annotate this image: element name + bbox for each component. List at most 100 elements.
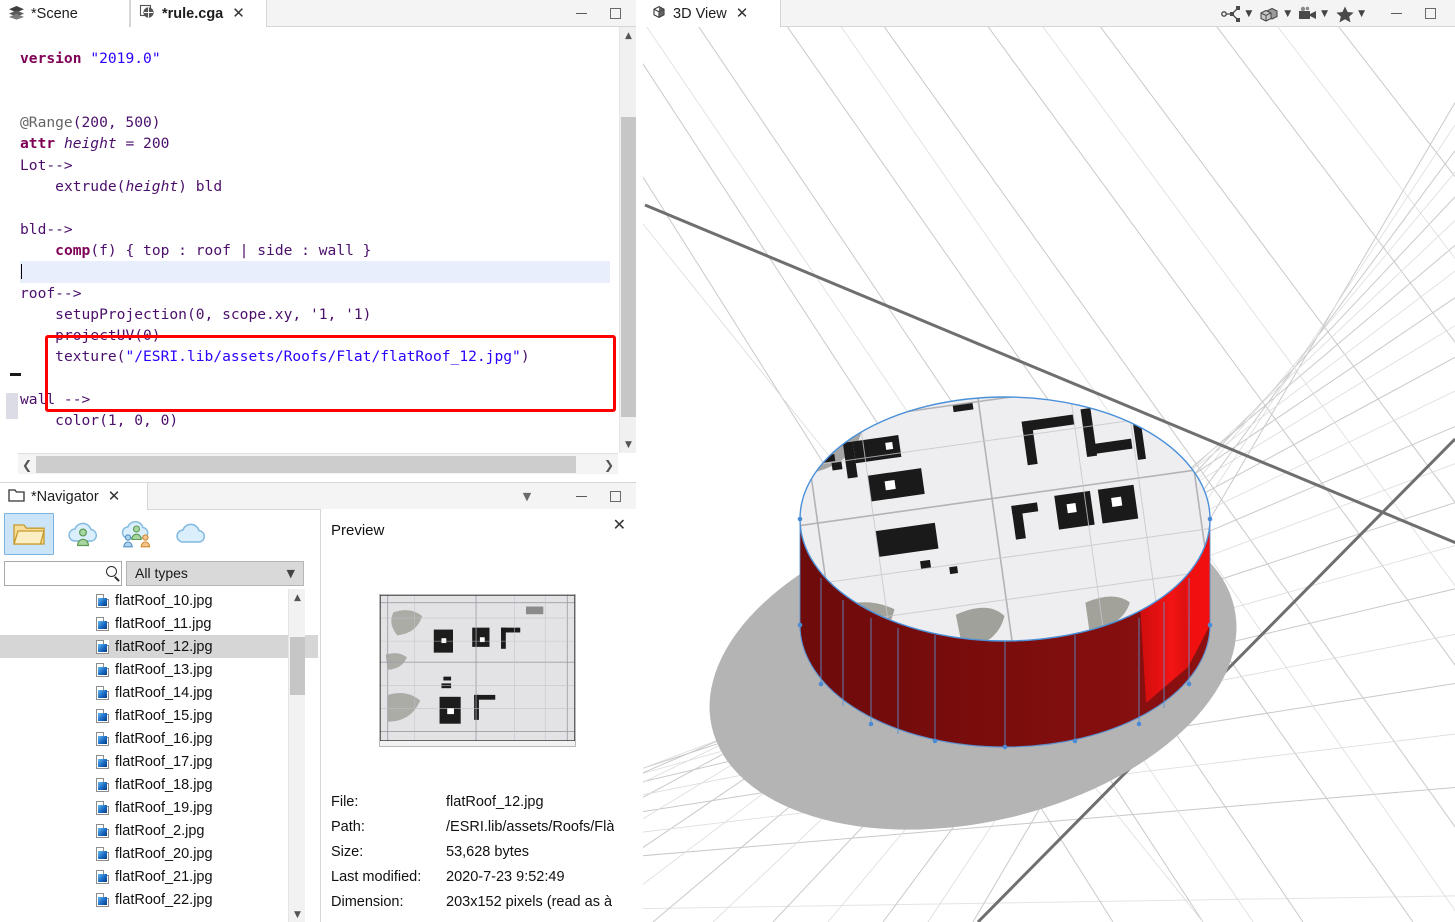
list-item[interactable]: flatRoof_11.jpg [0,612,318,635]
public-cloud-icon[interactable] [166,513,216,555]
cube-icon [651,4,667,23]
image-file-icon [96,892,109,907]
view3d-maximize-button[interactable] [1415,0,1445,27]
code-line[interactable]: wall --> [20,389,610,410]
view3d-panel: 3D View ✕ ▼ ▼ ▼ ▼ [643,0,1455,922]
close-icon[interactable]: ✕ [613,517,626,533]
list-item[interactable]: flatRoof_12.jpg [0,635,318,658]
code-line[interactable] [20,261,610,283]
local-folder-icon[interactable] [4,512,54,555]
list-item[interactable]: flatRoof_18.jpg [0,773,318,796]
close-icon[interactable]: ✕ [736,6,749,21]
navigator-minimize-button[interactable] [566,483,596,510]
list-item[interactable]: flatRoof_22.jpg [0,888,318,911]
code-line[interactable]: comp(f) { top : roof | side : wall } [20,240,610,261]
list-item[interactable]: flatRoof_19.jpg [0,796,318,819]
view3d-toolbar: ▼ ▼ ▼ ▼ [1219,0,1367,27]
tab-navigator[interactable]: *Navigator ✕ [0,483,148,510]
editor-maximize-button[interactable] [600,0,630,27]
code-line[interactable]: @Range(200, 500) [20,112,610,133]
scroll-left-icon[interactable]: ❮ [18,454,36,475]
code-line[interactable] [20,70,610,91]
list-item[interactable]: flatRoof_14.jpg [0,681,318,704]
scene-graph-button[interactable]: ▼ [1219,5,1254,23]
scroll-down-icon[interactable]: ▼ [289,906,306,922]
code-line[interactable] [20,368,610,389]
list-item-label: flatRoof_16.jpg [115,730,213,747]
list-item[interactable]: flatRoof_10.jpg [0,589,318,612]
editor-vscroll-thumb[interactable] [621,117,636,417]
list-item[interactable]: flatRoof_15.jpg [0,704,318,727]
scroll-right-icon[interactable]: ❯ [600,454,618,475]
search-input[interactable] [9,564,105,582]
camera-button[interactable]: ▼ [1295,5,1330,23]
code-line[interactable]: projectUV(0) [20,325,610,346]
preview-title: Preview [331,521,385,539]
close-icon[interactable]: ✕ [232,6,245,21]
code-content[interactable]: version "2019.0" @Range(200, 500) attr hei… [20,27,610,453]
editor-minimize-button[interactable] [566,0,596,27]
list-item[interactable]: flatRoof_16.jpg [0,727,318,750]
tab-rule-cga-label: *rule.cga [162,5,224,22]
code-line[interactable]: setupProjection(0, scope.xy, '1, '1) [20,304,610,325]
tab-3d-view[interactable]: 3D View ✕ [643,0,781,27]
tab-scene-label: *Scene [31,5,78,22]
list-item-label: flatRoof_11.jpg [115,615,212,632]
list-item-label: flatRoof_18.jpg [115,776,213,793]
code-line[interactable] [20,197,610,218]
list-item[interactable]: flatRoof_13.jpg [0,658,318,681]
navigator-file-list[interactable]: flatRoof_10.jpg flatRoof_11.jpg flatRoof_1… [0,589,318,922]
code-line[interactable]: bld--> [20,219,610,240]
3d-scene [643,27,1455,922]
preview-header: Preview ✕ [321,509,636,551]
metadata-row: File: flatRoof_12.jpg [331,789,637,814]
list-item-label: flatRoof_12.jpg [115,638,213,655]
list-item[interactable]: flatRoof_2.jpg [0,819,318,842]
my-content-cloud-icon[interactable] [58,513,108,555]
model-display-button[interactable]: ▼ [1256,5,1293,23]
metadata-row: Last modified: 2020-7-23 9:52:49 [331,864,637,889]
editor-hscroll-thumb[interactable] [36,456,576,473]
navigator-view-menu-button[interactable]: ▼ [512,483,542,510]
code-token: Lot--> [20,156,73,174]
code-editor-body[interactable]: version "2019.0" @Range(200, 500) attr hei… [0,27,636,453]
folder-tab-icon [8,488,25,505]
list-item[interactable]: flatRoof_20.jpg [0,842,318,865]
view3d-minimize-button[interactable] [1381,0,1411,27]
3d-viewport[interactable] [643,27,1455,922]
tab-scene[interactable]: *Scene [0,0,130,27]
code-line[interactable]: color(1, 0, 0) [20,410,610,431]
code-token: roof--> [20,284,82,302]
code-line[interactable]: texture("/ESRI.lib/assets/Roofs/Flat/fla… [20,346,610,367]
code-line[interactable] [20,91,610,112]
scroll-up-icon[interactable]: ▲ [289,589,306,606]
scroll-down-icon[interactable]: ▼ [620,436,637,453]
shared-content-cloud-icon[interactable] [112,513,162,555]
navigator-vertical-scrollbar[interactable]: ▲ ▼ [288,589,305,922]
code-line[interactable]: extrude(height) bld [20,176,610,197]
code-line[interactable]: roof--> [20,283,610,304]
type-filter-select[interactable]: All types ▼ [126,560,304,586]
navigator-maximize-button[interactable] [600,483,630,510]
editor-gutter[interactable] [0,27,21,453]
code-line[interactable]: Lot--> [20,155,610,176]
code-line[interactable]: attr height = 200 [20,133,610,154]
code-token: extrude( [55,178,126,196]
list-item-label: flatRoof_13.jpg [115,661,213,678]
code-line[interactable]: version "2019.0" [20,48,610,69]
list-item[interactable]: flatRoof_21.jpg [0,865,318,888]
close-icon[interactable]: ✕ [108,489,121,504]
list-item[interactable]: flatRoof_17.jpg [0,750,318,773]
image-file-icon [96,685,109,700]
code-token: comp [55,241,91,259]
search-input-wrapper[interactable] [4,560,122,586]
metadata-key: Path: [331,818,365,835]
preview-metadata: File: flatRoof_12.jpg Path: /ESRI.lib/asset… [331,789,637,914]
editor-horizontal-scrollbar[interactable]: ❮ ❯ [18,453,618,474]
code-line[interactable] [20,27,610,48]
scroll-up-icon[interactable]: ▲ [620,27,637,44]
editor-vertical-scrollbar[interactable]: ▲ ▼ [619,27,636,453]
bookmark-star-button[interactable]: ▼ [1332,5,1367,23]
navigator-vscroll-thumb[interactable] [290,637,305,695]
tab-rule-cga[interactable]: *rule.cga ✕ [130,0,267,27]
